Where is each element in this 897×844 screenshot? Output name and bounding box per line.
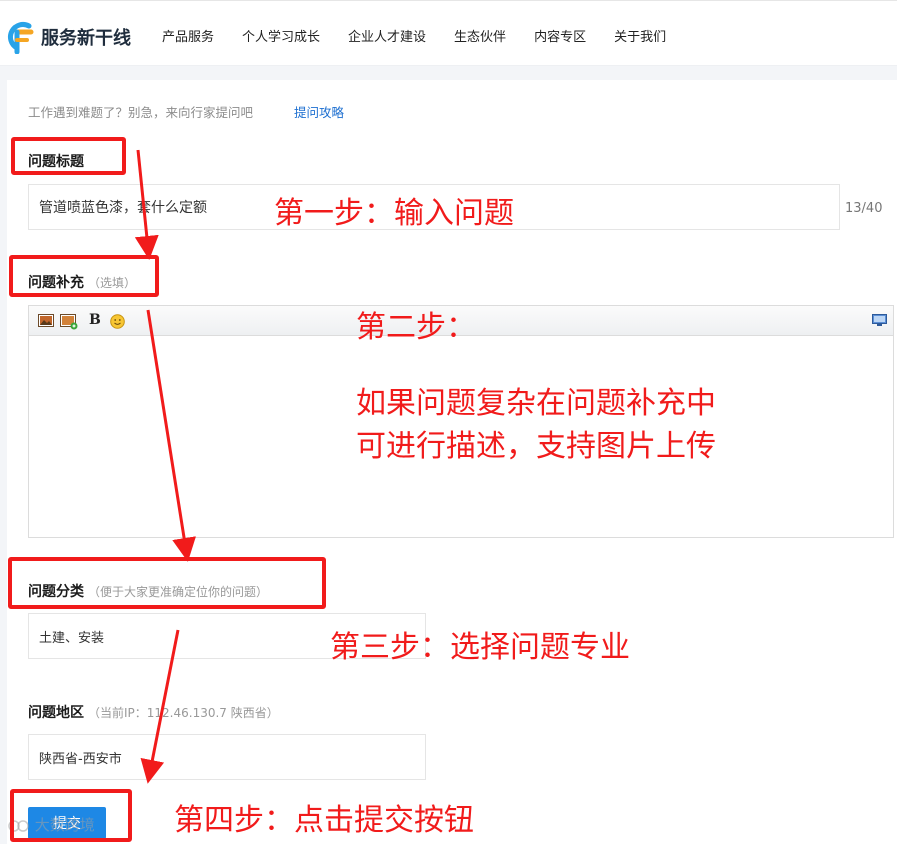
- annotation-step3: 第三步：选择问题专业: [330, 630, 630, 665]
- annotation-step2-line2: 可进行描述，支持图片上传: [356, 429, 716, 464]
- nav-item-enterprise[interactable]: 企业人才建设: [348, 26, 426, 45]
- annotation-step4: 第四步：点击提交按钮: [174, 803, 474, 838]
- question-region-label: 问题地区 （当前IP：112.46.130.7 陕西省）: [28, 702, 279, 722]
- annotation-step2-title: 第二步：: [356, 310, 476, 345]
- nav-item-products[interactable]: 产品服务: [162, 26, 214, 45]
- nav-item-about[interactable]: 关于我们: [614, 26, 666, 45]
- category-value: 土建、安装: [39, 630, 105, 646]
- nav-item-content[interactable]: 内容专区: [534, 26, 586, 45]
- logo[interactable]: 服务新干线: [7, 17, 131, 57]
- bold-icon[interactable]: B: [89, 312, 101, 328]
- emoji-icon[interactable]: [110, 314, 125, 329]
- logo-icon: [7, 21, 34, 54]
- region-ip-hint: （当前IP：112.46.130.7 陕西省）: [88, 706, 279, 720]
- image-upload-icon[interactable]: [60, 314, 78, 330]
- nav-item-partners[interactable]: 生态伙伴: [454, 26, 506, 45]
- annotation-box-category: [8, 557, 326, 609]
- annotation-box-supplement: [9, 255, 159, 297]
- annotation-step1: 第一步：输入问题: [274, 196, 514, 231]
- region-label-text: 问题地区: [28, 705, 84, 721]
- question-title-value: 管道喷蓝色漆，套什么定额: [39, 200, 207, 216]
- annotation-step2-line1: 如果问题复杂在问题补充中: [356, 386, 716, 421]
- question-region-select[interactable]: 陕西省-西安市: [28, 734, 426, 780]
- title-char-counter: 13/40: [845, 201, 883, 216]
- top-navbar: 服务新干线 产品服务 个人学习成长 企业人才建设 生态伙伴 内容专区 关于我们: [0, 0, 897, 66]
- annotation-box-submit: [10, 789, 132, 842]
- image-icon[interactable]: [38, 314, 54, 328]
- ask-guide-link[interactable]: 提问攻略: [294, 102, 344, 121]
- fullscreen-icon[interactable]: [872, 314, 887, 327]
- annotation-box-title: [11, 137, 126, 175]
- ask-hint: 工作遇到难题了？别急，来向行家提问吧: [28, 105, 254, 120]
- nav-item-personal-growth[interactable]: 个人学习成长: [242, 26, 320, 45]
- region-value: 陕西省-西安市: [39, 751, 122, 767]
- logo-text: 服务新干线: [41, 28, 131, 49]
- main-nav: 产品服务 个人学习成长 企业人才建设 生态伙伴 内容专区 关于我们: [162, 26, 694, 45]
